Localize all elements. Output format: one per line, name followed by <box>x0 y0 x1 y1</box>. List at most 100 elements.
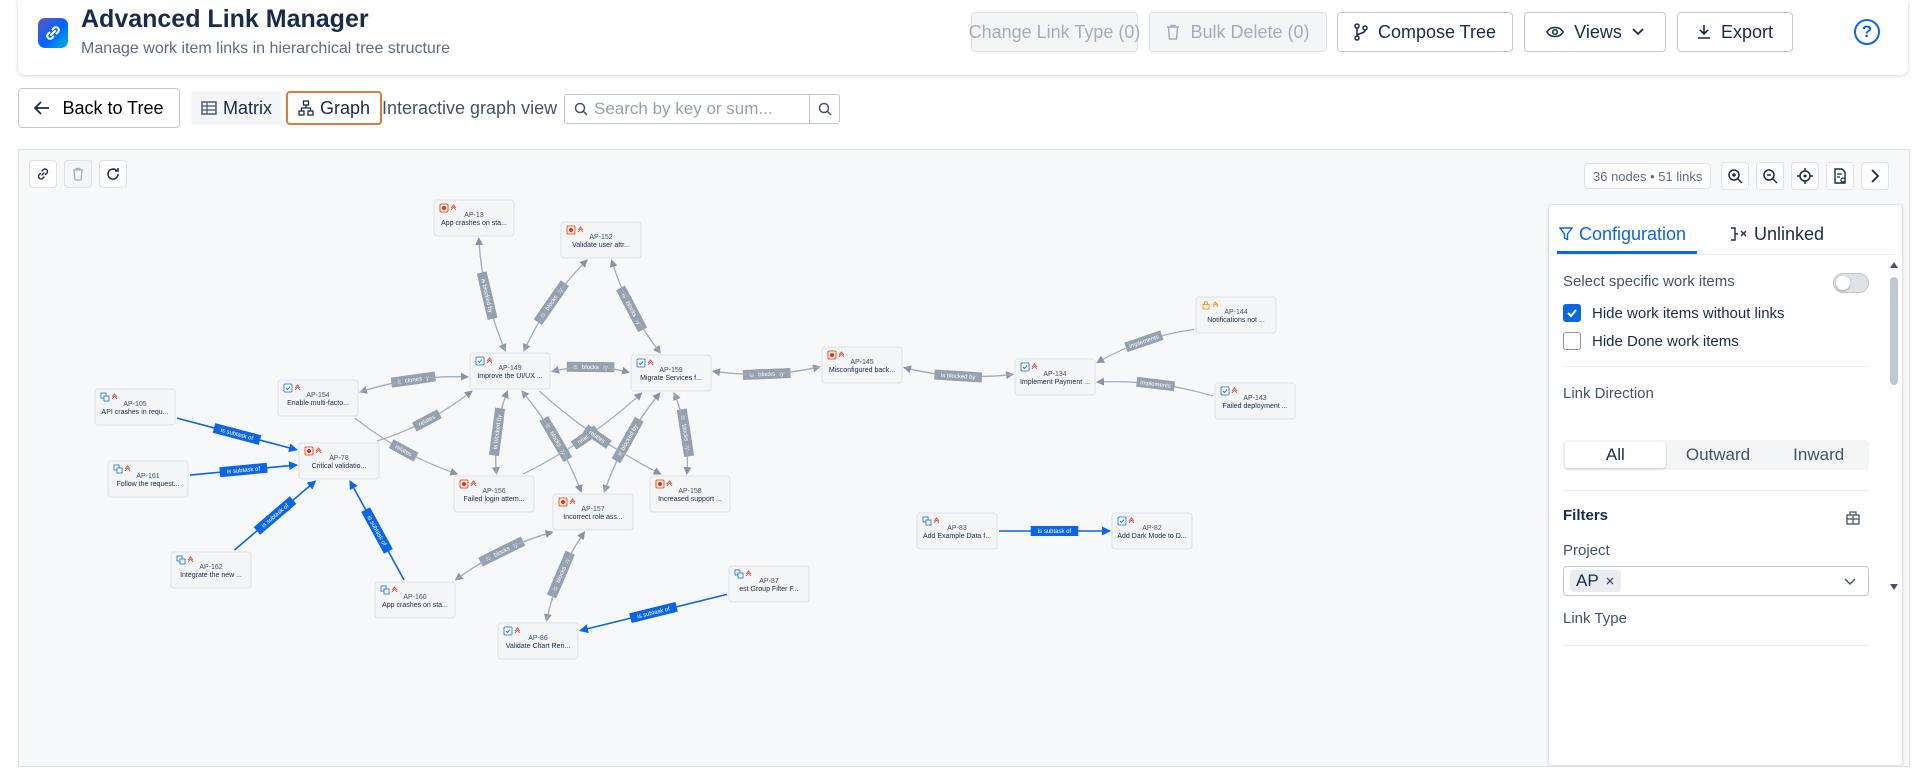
direction-all-option[interactable]: All <box>1565 442 1666 468</box>
zoom-in-button[interactable] <box>1721 162 1749 190</box>
tab-configuration-label: Configuration <box>1579 223 1687 244</box>
nodes-layer: AP-13App crashes on sta... AP-152Validate… <box>94 199 1296 660</box>
graph-node[interactable]: AP-143Failed deployment ... <box>1214 382 1296 420</box>
toggle-knob <box>1836 276 1850 290</box>
bug-icon <box>459 479 469 489</box>
graph-node[interactable]: AP-144Notifications not ... <box>1195 296 1277 334</box>
task-icon <box>1020 362 1030 372</box>
search-box <box>564 94 840 124</box>
graph-node[interactable]: AP-83Add Example Data f... <box>916 512 998 550</box>
export-button[interactable]: Export <box>1677 12 1793 52</box>
graph-node[interactable]: AP-78Critical validatio... <box>298 442 380 480</box>
help-icon[interactable]: ? <box>1854 19 1880 45</box>
link-type-label: Link Type <box>1563 610 1627 627</box>
node-summary: Misconfigured back... <box>829 367 895 374</box>
refresh-button[interactable] <box>99 160 127 188</box>
graph-node[interactable]: AP-159Migrate Services f... <box>630 354 712 392</box>
graph-node[interactable]: AP-134Implement Payment ... <box>1014 358 1096 396</box>
graph-node[interactable]: AP-149Improve the UI/UX ... <box>469 352 551 390</box>
views-button[interactable]: Views <box>1524 12 1666 52</box>
compose-tree-button[interactable]: Compose Tree <box>1337 12 1513 52</box>
graph-node[interactable]: AP-160App crashes on sta... <box>374 581 456 619</box>
graph-edge[interactable] <box>523 259 588 352</box>
graph-edge[interactable] <box>376 390 473 442</box>
close-icon[interactable] <box>1605 576 1615 586</box>
graph-edge[interactable] <box>543 531 585 622</box>
graph-node[interactable]: AP-13App crashes on sta... <box>433 199 515 237</box>
hide-done-checkbox[interactable] <box>1563 332 1581 350</box>
zoom-in-icon <box>1728 169 1743 184</box>
graph-edge[interactable] <box>454 531 553 581</box>
graph-node[interactable]: AP-82Add Dark Mode to D... <box>1111 512 1193 550</box>
legend-button[interactable] <box>1826 162 1854 190</box>
select-specific-toggle[interactable] <box>1833 273 1869 293</box>
graph-edge[interactable] <box>523 259 588 352</box>
graph-node[interactable]: AP-154Enable multi-facto... <box>277 379 359 417</box>
edge-label: is blocked by <box>934 369 983 383</box>
filter-settings-icon[interactable] <box>1845 510 1861 531</box>
node-key: AP-157 <box>581 506 604 513</box>
graph-edge[interactable] <box>609 259 661 354</box>
project-select[interactable]: AP <box>1563 566 1869 596</box>
node-summary: Validate Chart Ren... <box>506 643 571 650</box>
app-logo <box>38 18 68 48</box>
graph-node[interactable]: AP-87est Group Filter F... <box>728 565 810 603</box>
edge-label: is blocked by <box>489 407 506 457</box>
scrollbar-thumb[interactable] <box>1890 277 1898 385</box>
node-summary: Failed login attem... <box>463 496 524 503</box>
edge-label-text: blocks <box>758 372 775 379</box>
tab-unlinked[interactable]: Unlinked <box>1730 217 1824 251</box>
collapse-panel-button[interactable] <box>1861 162 1889 190</box>
section-divider <box>1563 490 1869 491</box>
change-link-type-button[interactable]: Change Link Type (0) <box>969 12 1140 52</box>
hide-without-links-checkbox[interactable] <box>1563 304 1581 322</box>
back-to-tree-button[interactable]: Back to Tree <box>18 88 180 128</box>
project-label: Project <box>1563 542 1610 559</box>
center-graph-button[interactable] <box>1791 162 1819 190</box>
direction-outward-option[interactable]: Outward <box>1668 440 1769 470</box>
link-direction-label: Link Direction <box>1563 385 1654 402</box>
task-icon <box>1220 386 1230 396</box>
scroll-down-icon[interactable] <box>1889 583 1899 591</box>
arrow-left-icon <box>34 101 50 115</box>
graph-edge[interactable] <box>610 259 662 354</box>
bug-icon <box>558 497 568 507</box>
hide-without-links-label: Hide work items without links <box>1592 305 1785 322</box>
eye-icon <box>1546 26 1564 38</box>
link-tool-button[interactable] <box>29 160 57 188</box>
graph-node[interactable]: AP-162Integrate the new ... <box>170 551 252 589</box>
tab-configuration[interactable]: Configuration <box>1559 217 1686 251</box>
graph-edge[interactable] <box>455 530 554 581</box>
graph-node[interactable]: AP-156Failed login attem... <box>453 475 535 513</box>
direction-inward-option[interactable]: Inward <box>1768 440 1869 470</box>
graph-node[interactable]: AP-145Misconfigured back... <box>821 346 903 384</box>
graph-edge[interactable] <box>522 392 643 475</box>
node-key: AP-145 <box>850 359 873 366</box>
graph-edge[interactable] <box>545 531 586 622</box>
crosshair-icon <box>1797 168 1813 184</box>
graph-node[interactable]: AP-105API crashes in requ... <box>94 388 176 426</box>
search-submit-button[interactable] <box>809 95 839 123</box>
graph-canvas[interactable]: blocks is blocked by is blocked by blocks is… <box>18 149 1910 767</box>
graph-node[interactable]: AP-86Validate Chart Ren... <box>497 622 579 660</box>
bulk-delete-button[interactable]: Bulk Delete (0) <box>1149 12 1327 52</box>
panel-scrollbar[interactable] <box>1889 261 1899 590</box>
zoom-out-button[interactable] <box>1756 162 1784 190</box>
unlink-icon <box>1731 227 1747 241</box>
graph-node[interactable]: AP-152Validate user attr... <box>560 221 642 259</box>
matrix-view-button[interactable]: Matrix <box>191 91 282 125</box>
graph-node[interactable]: AP-157Incorrect role ass... <box>552 493 634 531</box>
edge-label-text: is subtask of <box>1038 529 1072 535</box>
hide-done-label: Hide Done work items <box>1592 333 1739 350</box>
bug-icon <box>439 203 449 213</box>
edge-label: is subtask of <box>629 601 678 624</box>
delete-tool-button[interactable] <box>64 160 92 188</box>
graph-node[interactable]: AP-158Increased support ... <box>649 475 731 513</box>
scroll-up-icon[interactable] <box>1889 261 1899 269</box>
bug-icon <box>827 350 837 360</box>
trash-icon <box>1167 24 1180 40</box>
graph-node[interactable]: AP-161Follow the request... <box>107 460 189 498</box>
node-summary: Migrate Services f... <box>640 375 702 382</box>
graph-view-button[interactable]: Graph <box>286 91 383 125</box>
search-input[interactable] <box>594 99 814 119</box>
